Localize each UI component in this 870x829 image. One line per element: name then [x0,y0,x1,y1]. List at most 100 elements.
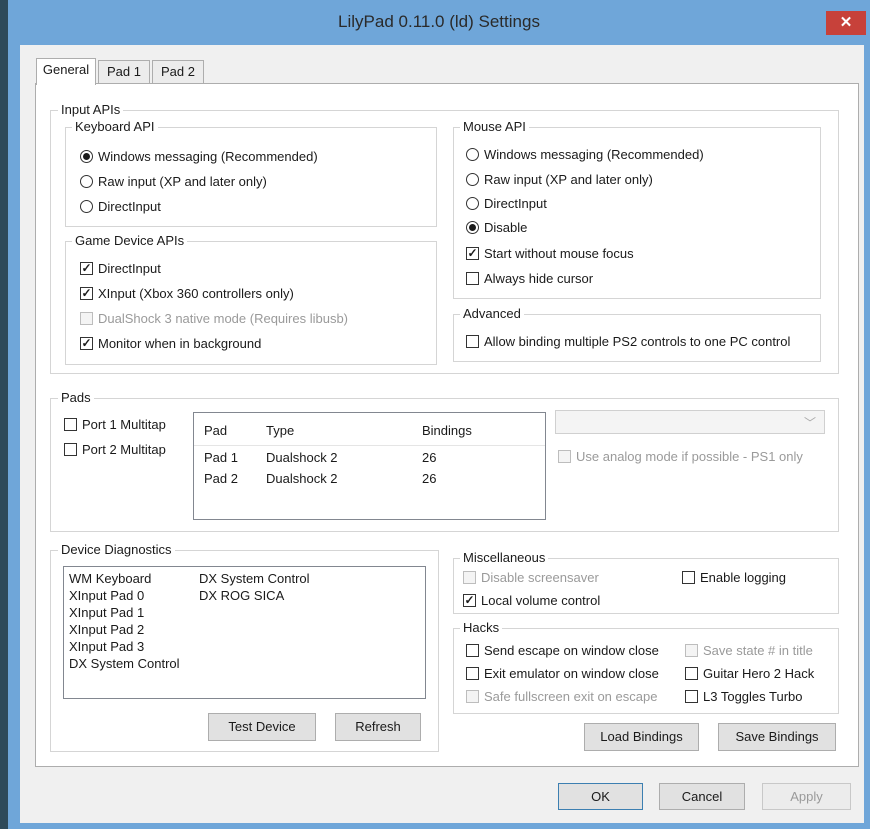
save-state-title-checkbox: Save state # in title [685,640,813,660]
radio-indicator[interactable] [466,196,479,210]
test-device-button[interactable]: Test Device [208,713,316,741]
pads-label: Pads [58,390,94,405]
list-item[interactable]: DX ROG SICA [199,587,284,605]
close-button[interactable]: ✕ [826,11,866,35]
checkbox-label: Enable logging [700,569,787,585]
checkbox-indicator[interactable] [466,666,479,680]
checkbox-indicator [466,689,479,703]
checkbox-indicator[interactable] [682,570,695,584]
checkbox-indicator[interactable] [466,271,479,285]
checkbox-indicator[interactable] [466,334,479,348]
keyboard-raw-input-radio[interactable]: Raw input (XP and later only) [80,171,267,191]
column-header-pad[interactable]: Pad [204,422,227,440]
game-monitor-background-checkbox[interactable]: ✓ Monitor when in background [80,333,261,353]
start-without-mouse-focus-checkbox[interactable]: ✓ Start without mouse focus [466,243,634,263]
enable-logging-checkbox[interactable]: Enable logging [682,567,786,587]
checkbox-label: Send escape on window close [484,642,659,658]
pads-list[interactable]: Pad Type Bindings Pad 1 Dualshock 2 26 P… [193,412,546,520]
checkbox-label: Start without mouse focus [484,245,634,261]
table-row-pad2-pad[interactable]: Pad 2 [204,470,238,488]
l3-toggles-turbo-checkbox[interactable]: L3 Toggles Turbo [685,686,803,706]
check-icon[interactable]: ✓ [80,286,93,300]
devices-list[interactable]: WM Keyboard XInput Pad 0 XInput Pad 1 XI… [63,566,426,699]
mouse-disable-radio[interactable]: Disable [466,217,527,237]
load-bindings-button[interactable]: Load Bindings [584,723,699,751]
radio-indicator[interactable] [466,147,479,161]
header-divider [194,445,545,446]
check-icon[interactable]: ✓ [463,593,476,607]
table-row-pad1-bindings[interactable]: 26 [422,449,436,467]
guitar-hero-hack-checkbox[interactable]: Guitar Hero 2 Hack [685,663,814,683]
checkbox-indicator[interactable] [64,442,77,456]
list-item[interactable]: WM Keyboard [69,570,151,588]
list-item[interactable]: XInput Pad 0 [69,587,144,605]
checkbox-label: Guitar Hero 2 Hack [703,665,815,681]
port2-multitap-checkbox[interactable]: Port 2 Multitap [64,439,166,459]
cancel-button[interactable]: Cancel [659,783,745,810]
list-item[interactable]: XInput Pad 3 [69,638,144,656]
table-row-pad1-pad[interactable]: Pad 1 [204,449,238,467]
check-icon[interactable]: ✓ [466,246,479,260]
list-item[interactable]: XInput Pad 2 [69,621,144,639]
refresh-button[interactable]: Refresh [335,713,421,741]
mouse-windows-messaging-radio[interactable]: Windows messaging (Recommended) [466,144,704,164]
mouse-api-label: Mouse API [460,119,529,134]
list-item[interactable]: XInput Pad 1 [69,604,144,622]
exit-emulator-checkbox[interactable]: Exit emulator on window close [466,663,659,683]
send-escape-checkbox[interactable]: Send escape on window close [466,640,659,660]
checkbox-indicator[interactable] [466,643,479,657]
list-item[interactable]: DX System Control [69,655,180,673]
radio-indicator[interactable] [80,174,93,188]
checkbox-indicator[interactable] [685,689,698,703]
radio-indicator[interactable] [466,220,479,234]
ok-button[interactable]: OK [558,783,643,810]
table-row-pad2-bindings[interactable]: 26 [422,470,436,488]
checkbox-indicator[interactable] [64,417,77,431]
check-icon[interactable]: ✓ [80,261,93,275]
checkbox-label: Monitor when in background [98,335,262,351]
checkbox-label: Safe fullscreen exit on escape [484,688,658,704]
game-xinput-checkbox[interactable]: ✓ XInput (Xbox 360 controllers only) [80,283,294,303]
checkbox-indicator [463,570,476,584]
table-row-pad2-type[interactable]: Dualshock 2 [266,470,338,488]
mouse-directinput-radio[interactable]: DirectInput [466,193,547,213]
port1-multitap-checkbox[interactable]: Port 1 Multitap [64,414,166,434]
game-directinput-checkbox[interactable]: ✓ DirectInput [80,258,161,278]
always-hide-cursor-checkbox[interactable]: Always hide cursor [466,268,593,288]
hacks-label: Hacks [460,620,503,635]
check-icon[interactable]: ✓ [80,336,93,350]
radio-label: Raw input (XP and later only) [98,173,267,189]
radio-indicator[interactable] [80,149,93,163]
checkbox-label: Always hide cursor [484,270,594,286]
local-volume-control-checkbox[interactable]: ✓ Local volume control [463,590,600,610]
save-bindings-button[interactable]: Save Bindings [718,723,836,751]
apply-button: Apply [762,783,851,810]
column-header-bindings[interactable]: Bindings [422,422,472,440]
game-device-apis-label: Game Device APIs [72,233,188,248]
keyboard-windows-messaging-radio[interactable]: Windows messaging (Recommended) [80,146,318,166]
checkbox-label: Use analog mode if possible - PS1 only [576,448,803,464]
radio-label: Disable [484,219,528,235]
checkbox-label: Local volume control [481,592,601,608]
allow-binding-multiple-checkbox[interactable]: Allow binding multiple PS2 controls to o… [466,331,790,351]
column-header-type[interactable]: Type [266,422,294,440]
tab-general-label: General [42,62,90,77]
checkbox-label: Save state # in title [703,642,813,658]
keyboard-directinput-radio[interactable]: DirectInput [80,196,161,216]
radio-indicator[interactable] [466,172,479,186]
checkbox-label: DualShock 3 native mode (Requires libusb… [98,310,349,326]
tab-pad-2[interactable]: Pad 2 [152,60,204,83]
title-bar[interactable]: LilyPad 0.11.0 (ld) Settings ✕ [8,0,870,45]
mouse-raw-input-radio[interactable]: Raw input (XP and later only) [466,169,653,189]
tab-pad-1[interactable]: Pad 1 [98,60,150,83]
checkbox-indicator[interactable] [685,666,698,680]
table-row-pad1-type[interactable]: Dualshock 2 [266,449,338,467]
tab-general[interactable]: General [36,58,96,85]
radio-label: Raw input (XP and later only) [484,171,653,187]
list-item[interactable]: DX System Control [199,570,310,588]
radio-indicator[interactable] [80,199,93,213]
checkbox-label: Port 2 Multitap [82,441,166,457]
close-icon: ✕ [839,14,853,31]
device-diagnostics-label: Device Diagnostics [58,542,175,557]
checkbox-label: Disable screensaver [481,569,599,585]
